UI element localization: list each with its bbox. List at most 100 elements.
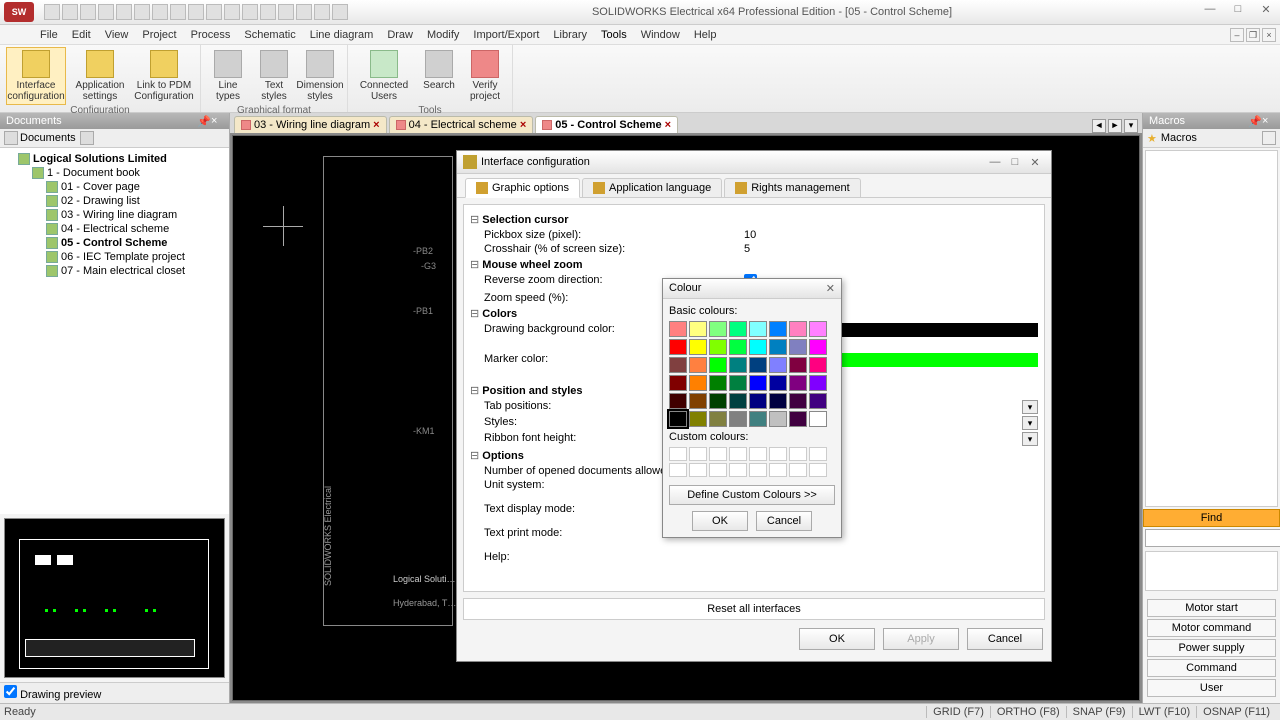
colour-cell[interactable] (749, 393, 767, 409)
toolbar-button[interactable] (80, 131, 94, 145)
tree-item[interactable]: 02 - Drawing list (46, 194, 225, 208)
mdi-close[interactable]: × (1262, 28, 1276, 42)
colour-cell[interactable] (769, 339, 787, 355)
colour-cell[interactable] (669, 339, 687, 355)
macro-item[interactable]: Command (1147, 659, 1276, 677)
minimize-button[interactable]: — (1196, 3, 1224, 21)
qat-button[interactable] (134, 4, 150, 20)
menu-line-diagram[interactable]: Line diagram (310, 29, 374, 41)
menu-draw[interactable]: Draw (387, 29, 413, 41)
colour-cell[interactable] (669, 411, 687, 427)
prop-help-value[interactable] (744, 551, 1038, 573)
custom-colour-cell[interactable] (689, 447, 707, 461)
preview-toggle[interactable]: Drawing preview (0, 682, 229, 703)
colour-cell[interactable] (809, 393, 827, 409)
colour-cell[interactable] (809, 339, 827, 355)
colour-cell[interactable] (669, 375, 687, 391)
dimension-styles-button[interactable]: Dimension styles (299, 47, 341, 105)
menu-help[interactable]: Help (694, 29, 717, 41)
colour-cell[interactable] (729, 411, 747, 427)
colour-cell[interactable] (769, 393, 787, 409)
qat-button[interactable] (314, 4, 330, 20)
colour-cell[interactable] (769, 411, 787, 427)
menu-view[interactable]: View (105, 29, 129, 41)
close-icon[interactable]: × (1262, 115, 1274, 127)
pin-icon[interactable]: 📌 (197, 115, 209, 127)
tab-application-language[interactable]: Application language (582, 178, 722, 197)
menu-modify[interactable]: Modify (427, 29, 459, 41)
colour-cell[interactable] (749, 411, 767, 427)
section-selection-cursor[interactable]: Selection cursor (470, 211, 1038, 228)
maximize-button[interactable]: □ (1224, 3, 1252, 21)
qat-button[interactable] (242, 4, 258, 20)
menu-project[interactable]: Project (142, 29, 176, 41)
colour-cell[interactable] (729, 393, 747, 409)
tab-menu[interactable]: ▾ (1124, 119, 1138, 133)
colour-cell[interactable] (689, 375, 707, 391)
close-icon[interactable]: × (211, 115, 223, 127)
reset-interfaces-button[interactable]: Reset all interfaces (463, 598, 1045, 620)
colour-cell[interactable] (709, 357, 727, 373)
colour-cell[interactable] (709, 339, 727, 355)
dialog-minimize[interactable]: — (985, 156, 1005, 168)
qat-button[interactable] (170, 4, 186, 20)
qat-button[interactable] (98, 4, 114, 20)
colour-cell[interactable] (809, 375, 827, 391)
tab-close-icon[interactable]: × (373, 119, 379, 131)
dialog-ok-button[interactable]: OK (799, 628, 875, 650)
tab-close-icon[interactable]: × (520, 119, 526, 131)
colour-cell[interactable] (769, 321, 787, 337)
colour-cell[interactable] (749, 357, 767, 373)
qat-button[interactable] (296, 4, 312, 20)
colour-cell[interactable] (709, 375, 727, 391)
custom-colour-cell[interactable] (789, 463, 807, 477)
custom-colour-cell[interactable] (689, 463, 707, 477)
tab-graphic-options[interactable]: Graphic options (465, 178, 580, 198)
styles-dropdown[interactable]: ▾ (1022, 416, 1038, 430)
custom-colour-cell[interactable] (749, 447, 767, 461)
colour-cell[interactable] (729, 375, 747, 391)
tabpos-dropdown[interactable]: ▾ (1022, 400, 1038, 414)
tab-next[interactable]: ► (1108, 119, 1122, 133)
dialog-maximize[interactable]: □ (1005, 156, 1025, 168)
menu-process[interactable]: Process (191, 29, 231, 41)
tab-close-icon[interactable]: × (665, 119, 671, 131)
colour-cell[interactable] (689, 357, 707, 373)
colour-cell[interactable] (769, 357, 787, 373)
tree-item[interactable]: 04 - Electrical scheme (46, 222, 225, 236)
qat-button[interactable] (80, 4, 96, 20)
qat-button[interactable] (44, 4, 60, 20)
colour-cell[interactable] (729, 357, 747, 373)
documents-tree[interactable]: Logical Solutions Limited 1 - Document b… (0, 148, 229, 514)
application-settings-button[interactable]: Application settings (70, 47, 130, 105)
colour-cell[interactable] (749, 375, 767, 391)
macro-item[interactable]: Motor start (1147, 599, 1276, 617)
prop-pickbox-value[interactable]: 10 (744, 229, 1038, 241)
colour-cell[interactable] (789, 321, 807, 337)
colour-cell[interactable] (669, 321, 687, 337)
macros-refresh-icon[interactable] (1262, 131, 1276, 145)
custom-colour-cell[interactable] (749, 463, 767, 477)
dialog-close[interactable]: ✕ (1025, 156, 1045, 169)
status-ortho[interactable]: ORTHO (F8) (990, 706, 1066, 718)
tab-rights-management[interactable]: Rights management (724, 178, 860, 197)
qat-button[interactable] (332, 4, 348, 20)
qat-button[interactable] (278, 4, 294, 20)
status-osnap[interactable]: OSNAP (F11) (1196, 706, 1276, 718)
custom-colour-cell[interactable] (769, 447, 787, 461)
colour-cell[interactable] (769, 375, 787, 391)
tab-prev[interactable]: ◄ (1092, 119, 1106, 133)
macro-item[interactable]: Motor command (1147, 619, 1276, 637)
interface-configuration-button[interactable]: Interface configuration (6, 47, 66, 105)
mdi-restore[interactable]: ❐ (1246, 28, 1260, 42)
macros-search-input[interactable] (1145, 529, 1280, 547)
colour-cell[interactable] (809, 411, 827, 427)
tab-03[interactable]: 03 - Wiring line diagram× (234, 116, 387, 133)
menu-library[interactable]: Library (553, 29, 587, 41)
colour-titlebar[interactable]: Colour ✕ (663, 279, 841, 299)
colour-cell[interactable] (689, 321, 707, 337)
preview-checkbox[interactable] (4, 685, 17, 698)
link-pdm-button[interactable]: Link to PDM Configuration (134, 47, 194, 105)
pin-icon[interactable]: 📌 (1248, 115, 1260, 127)
colour-cell[interactable] (709, 321, 727, 337)
